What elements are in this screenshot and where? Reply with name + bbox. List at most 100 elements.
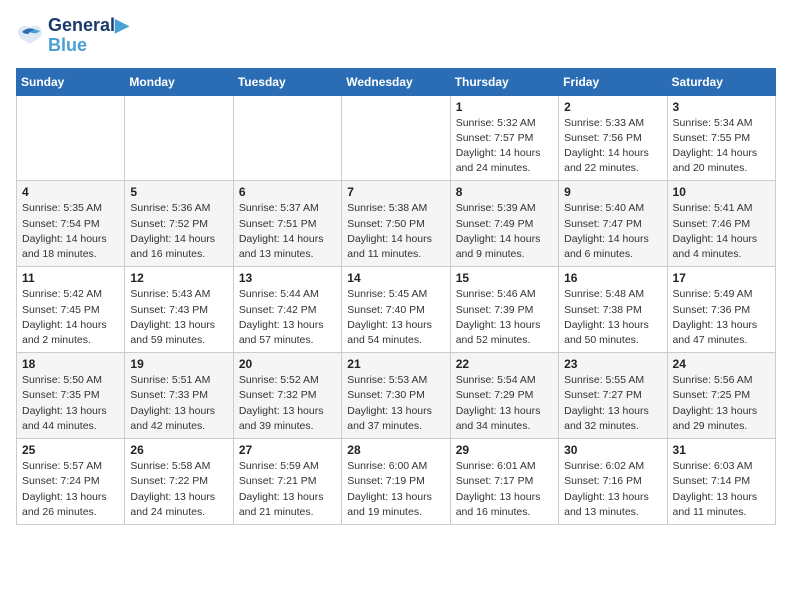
day-number: 24: [673, 357, 770, 371]
day-info: Sunrise: 5:39 AM Sunset: 7:49 PM Dayligh…: [456, 201, 553, 262]
calendar-cell: 8 Sunrise: 5:39 AM Sunset: 7:49 PM Daylig…: [450, 181, 558, 267]
day-number: 9: [564, 185, 661, 199]
calendar-cell: 26Sunrise: 5:58 AM Sunset: 7:22 PM Dayli…: [125, 439, 233, 525]
day-number: 12: [130, 271, 227, 285]
day-number: 30: [564, 443, 661, 457]
day-number: 21: [347, 357, 444, 371]
day-info: Sunrise: 5:56 AM Sunset: 7:25 PM Dayligh…: [673, 373, 770, 434]
calendar-cell: 17 Sunrise: 5:49 AM Sunset: 7:36 PM Dayli…: [667, 267, 775, 353]
day-number: 26: [130, 443, 227, 457]
calendar-cell: 28 Sunrise: 6:00 AM Sunset: 7:19 PM Dayli…: [342, 439, 450, 525]
day-number: 23: [564, 357, 661, 371]
calendar-cell: 19 Sunrise: 5:51 AM Sunset: 7:33 PM Dayli…: [125, 353, 233, 439]
day-number: 27: [239, 443, 336, 457]
day-info: Sunrise: 5:50 AM Sunset: 7:35 PM Dayligh…: [22, 373, 119, 434]
calendar-cell: 7 Sunrise: 5:38 AM Sunset: 7:50 PM Daylig…: [342, 181, 450, 267]
calendar-cell: 12Sunrise: 5:43 AM Sunset: 7:43 PM Dayli…: [125, 267, 233, 353]
day-info: Sunrise: 5:46 AM Sunset: 7:39 PM Dayligh…: [456, 287, 553, 348]
header-saturday: Saturday: [667, 68, 775, 95]
day-number: 7: [347, 185, 444, 199]
day-info: Sunrise: 6:00 AM Sunset: 7:19 PM Dayligh…: [347, 459, 444, 520]
day-number: 15: [456, 271, 553, 285]
calendar-cell: 23 Sunrise: 5:55 AM Sunset: 7:27 PM Dayli…: [559, 353, 667, 439]
calendar-cell: 24 Sunrise: 5:56 AM Sunset: 7:25 PM Dayli…: [667, 353, 775, 439]
day-info: Sunrise: 5:59 AM Sunset: 7:21 PM Dayligh…: [239, 459, 336, 520]
day-info: Sunrise: 5:37 AM Sunset: 7:51 PM Dayligh…: [239, 201, 336, 262]
day-number: 20: [239, 357, 336, 371]
day-number: 29: [456, 443, 553, 457]
calendar-cell: [233, 95, 341, 181]
calendar-cell: 20 Sunrise: 5:52 AM Sunset: 7:32 PM Dayli…: [233, 353, 341, 439]
logo-text: General▶ Blue: [48, 16, 129, 56]
calendar-cell: [342, 95, 450, 181]
calendar-header-row: SundayMondayTuesdayWednesdayThursdayFrid…: [17, 68, 776, 95]
calendar-cell: 29 Sunrise: 6:01 AM Sunset: 7:17 PM Dayli…: [450, 439, 558, 525]
day-info: Sunrise: 6:03 AM Sunset: 7:14 PM Dayligh…: [673, 459, 770, 520]
calendar-cell: 9 Sunrise: 5:40 AM Sunset: 7:47 PM Daylig…: [559, 181, 667, 267]
header-sunday: Sunday: [17, 68, 125, 95]
day-number: 4: [22, 185, 119, 199]
day-number: 31: [673, 443, 770, 457]
day-info: Sunrise: 5:54 AM Sunset: 7:29 PM Dayligh…: [456, 373, 553, 434]
calendar-cell: 5 Sunrise: 5:36 AM Sunset: 7:52 PM Daylig…: [125, 181, 233, 267]
day-info: Sunrise: 5:32 AM Sunset: 7:57 PM Dayligh…: [456, 116, 553, 177]
header-monday: Monday: [125, 68, 233, 95]
calendar-cell: 30 Sunrise: 6:02 AM Sunset: 7:16 PM Dayli…: [559, 439, 667, 525]
day-number: 2: [564, 100, 661, 114]
day-info: Sunrise: 5:53 AM Sunset: 7:30 PM Dayligh…: [347, 373, 444, 434]
calendar-cell: 16Sunrise: 5:48 AM Sunset: 7:38 PM Dayli…: [559, 267, 667, 353]
day-info: Sunrise: 5:48 AM Sunset: 7:38 PM Dayligh…: [564, 287, 661, 348]
day-number: 8: [456, 185, 553, 199]
day-info: Sunrise: 6:02 AM Sunset: 7:16 PM Dayligh…: [564, 459, 661, 520]
day-info: Sunrise: 5:33 AM Sunset: 7:56 PM Dayligh…: [564, 116, 661, 177]
calendar-week-2: 4Sunrise: 5:35 AM Sunset: 7:54 PM Daylig…: [17, 181, 776, 267]
page-header: General▶ Blue: [16, 16, 776, 56]
calendar-cell: 18 Sunrise: 5:50 AM Sunset: 7:35 PM Dayli…: [17, 353, 125, 439]
calendar-cell: 10 Sunrise: 5:41 AM Sunset: 7:46 PM Dayli…: [667, 181, 775, 267]
calendar-cell: [17, 95, 125, 181]
day-info: Sunrise: 5:45 AM Sunset: 7:40 PM Dayligh…: [347, 287, 444, 348]
calendar-week-3: 11Sunrise: 5:42 AM Sunset: 7:45 PM Dayli…: [17, 267, 776, 353]
day-number: 19: [130, 357, 227, 371]
logo: General▶ Blue: [16, 16, 129, 56]
day-info: Sunrise: 5:36 AM Sunset: 7:52 PM Dayligh…: [130, 201, 227, 262]
calendar-cell: 21 Sunrise: 5:53 AM Sunset: 7:30 PM Dayli…: [342, 353, 450, 439]
day-number: 5: [130, 185, 227, 199]
day-info: Sunrise: 5:49 AM Sunset: 7:36 PM Dayligh…: [673, 287, 770, 348]
day-info: Sunrise: 5:57 AM Sunset: 7:24 PM Dayligh…: [22, 459, 119, 520]
day-info: Sunrise: 5:40 AM Sunset: 7:47 PM Dayligh…: [564, 201, 661, 262]
calendar-cell: 14 Sunrise: 5:45 AM Sunset: 7:40 PM Dayli…: [342, 267, 450, 353]
calendar-week-1: 1 Sunrise: 5:32 AM Sunset: 7:57 PM Daylig…: [17, 95, 776, 181]
calendar-cell: 1 Sunrise: 5:32 AM Sunset: 7:57 PM Daylig…: [450, 95, 558, 181]
calendar-cell: 27 Sunrise: 5:59 AM Sunset: 7:21 PM Dayli…: [233, 439, 341, 525]
day-info: Sunrise: 5:38 AM Sunset: 7:50 PM Dayligh…: [347, 201, 444, 262]
calendar-cell: 22 Sunrise: 5:54 AM Sunset: 7:29 PM Dayli…: [450, 353, 558, 439]
day-info: Sunrise: 5:34 AM Sunset: 7:55 PM Dayligh…: [673, 116, 770, 177]
day-number: 10: [673, 185, 770, 199]
logo-icon: [16, 24, 44, 48]
day-info: Sunrise: 5:42 AM Sunset: 7:45 PM Dayligh…: [22, 287, 119, 348]
calendar-cell: 15 Sunrise: 5:46 AM Sunset: 7:39 PM Dayli…: [450, 267, 558, 353]
calendar-cell: 4Sunrise: 5:35 AM Sunset: 7:54 PM Daylig…: [17, 181, 125, 267]
day-number: 1: [456, 100, 553, 114]
day-info: Sunrise: 5:51 AM Sunset: 7:33 PM Dayligh…: [130, 373, 227, 434]
calendar-week-4: 18 Sunrise: 5:50 AM Sunset: 7:35 PM Dayli…: [17, 353, 776, 439]
day-number: 22: [456, 357, 553, 371]
day-number: 13: [239, 271, 336, 285]
calendar-table: SundayMondayTuesdayWednesdayThursdayFrid…: [16, 68, 776, 525]
day-info: Sunrise: 5:55 AM Sunset: 7:27 PM Dayligh…: [564, 373, 661, 434]
day-info: Sunrise: 5:41 AM Sunset: 7:46 PM Dayligh…: [673, 201, 770, 262]
header-wednesday: Wednesday: [342, 68, 450, 95]
day-number: 28: [347, 443, 444, 457]
calendar-cell: 3Sunrise: 5:34 AM Sunset: 7:55 PM Daylig…: [667, 95, 775, 181]
header-friday: Friday: [559, 68, 667, 95]
calendar-cell: 11Sunrise: 5:42 AM Sunset: 7:45 PM Dayli…: [17, 267, 125, 353]
day-number: 18: [22, 357, 119, 371]
day-number: 17: [673, 271, 770, 285]
day-info: Sunrise: 6:01 AM Sunset: 7:17 PM Dayligh…: [456, 459, 553, 520]
calendar-cell: 2 Sunrise: 5:33 AM Sunset: 7:56 PM Daylig…: [559, 95, 667, 181]
calendar-cell: 6Sunrise: 5:37 AM Sunset: 7:51 PM Daylig…: [233, 181, 341, 267]
day-number: 14: [347, 271, 444, 285]
calendar-week-5: 25Sunrise: 5:57 AM Sunset: 7:24 PM Dayli…: [17, 439, 776, 525]
day-info: Sunrise: 5:52 AM Sunset: 7:32 PM Dayligh…: [239, 373, 336, 434]
